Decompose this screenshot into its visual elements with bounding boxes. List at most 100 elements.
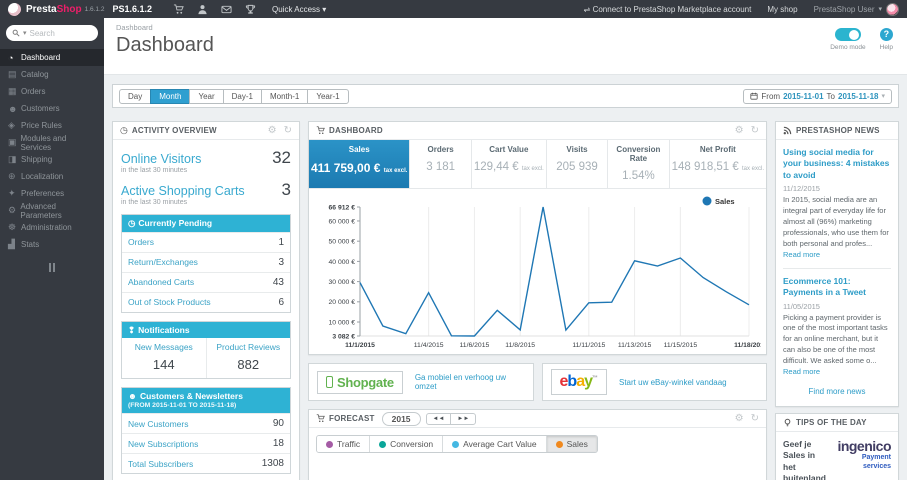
trophy-icon[interactable] xyxy=(238,4,262,15)
forecast-year-pill[interactable]: 2015 xyxy=(381,411,421,426)
stats-icon: ▟ xyxy=(8,239,15,249)
panel-settings-icon[interactable]: ⚙ xyxy=(268,125,277,136)
search-scope-caret-icon[interactable]: ▾ xyxy=(23,29,27,37)
forecast-legend-conversion[interactable]: Conversion xyxy=(369,436,443,452)
pending-row-out-of-stock[interactable]: Out of Stock Products 6 xyxy=(122,291,290,312)
forecast-legend-sales[interactable]: Sales xyxy=(545,436,597,452)
pending-clock-icon: ◷ xyxy=(128,218,136,228)
active-carts-link[interactable]: Active Shopping Carts xyxy=(121,184,245,198)
calendar-icon xyxy=(750,92,758,100)
sidebar-item-preferences[interactable]: ✦ Preferences xyxy=(0,185,104,202)
orders-icon: ▦ xyxy=(8,86,17,96)
svg-text:11/8/2015: 11/8/2015 xyxy=(505,342,535,349)
panel-refresh-icon[interactable]: ↻ xyxy=(751,413,759,424)
sidebar: ▾ ◔Dashboard ▤Catalog ▦Orders ☻Customers… xyxy=(0,18,104,480)
read-more-link[interactable]: Read more xyxy=(783,250,820,259)
kpi-sales[interactable]: Sales 411 759,00 € tax excl. xyxy=(309,140,410,188)
kpi-cart-value[interactable]: Cart Value 129,44 € tax excl. xyxy=(470,140,546,188)
sidebar-item-administration[interactable]: ☸ Administration xyxy=(0,219,104,236)
forecast-legend-average-cart-value[interactable]: Average Cart Value xyxy=(442,436,546,452)
content: Day Month Year Day-1 Month-1 Year-1 From… xyxy=(104,75,907,480)
help-icon[interactable]: ? xyxy=(879,28,893,41)
search-input[interactable] xyxy=(29,28,82,38)
pending-row-returns[interactable]: Return/Exchanges 3 xyxy=(122,251,290,272)
pending-row-abandoned-carts[interactable]: Abandoned Carts 43 xyxy=(122,271,290,292)
cart-icon[interactable] xyxy=(166,3,190,15)
svg-text:11/11/2015: 11/11/2015 xyxy=(572,342,605,349)
sidebar-search[interactable]: ▾ xyxy=(6,25,98,41)
date-range-picker[interactable]: From 2015-11-01 To 2015-11-18 ▾ xyxy=(743,88,892,104)
dashboard-icon: ◔ xyxy=(8,52,14,63)
clock-icon: ◷ xyxy=(120,125,128,135)
shopgate-link[interactable]: Ga mobiel en verhoog uw omzet xyxy=(415,373,525,391)
svg-text:11/18/201: 11/18/201 xyxy=(734,342,761,349)
notifications-icon: ❢ xyxy=(128,324,136,335)
range-year-1-button[interactable]: Year-1 xyxy=(307,88,349,104)
news-article-title[interactable]: Using social media for your business: 4 … xyxy=(783,147,891,181)
sidebar-item-dashboard[interactable]: ◔ Dashboard xyxy=(0,49,104,66)
pending-row-orders[interactable]: Orders 1 xyxy=(122,231,290,252)
page-title: Dashboard xyxy=(116,34,214,56)
new-messages-cell[interactable]: New Messages 144 xyxy=(122,338,206,378)
range-month-button[interactable]: Month xyxy=(150,88,191,104)
range-day-1-button[interactable]: Day-1 xyxy=(222,88,262,104)
sidebar-item-customers[interactable]: ☻ Customers xyxy=(0,100,104,117)
svg-text:11/6/2015: 11/6/2015 xyxy=(460,342,490,349)
panel-refresh-icon[interactable]: ↻ xyxy=(751,125,759,136)
marketplace-connect-icon: ⇌ xyxy=(583,4,593,14)
sidebar-item-modules[interactable]: ▣ Modules and Services xyxy=(0,134,104,152)
marketplace-connect-link[interactable]: ⇌ Connect to PrestaShop Marketplace acco… xyxy=(584,5,752,14)
sidebar-item-orders[interactable]: ▦ Orders xyxy=(0,83,104,100)
new-subscriptions-row[interactable]: New Subscriptions 18 xyxy=(122,433,290,453)
topbar: PrestaShop 1.6.1.2 PS1.6.1.2 Quick Acces… xyxy=(0,0,907,18)
customer-icon[interactable] xyxy=(190,4,214,15)
prestashop-news-panel: PRESTASHOP NEWS Using social media for y… xyxy=(775,121,899,407)
online-visitors-link[interactable]: Online Visitors xyxy=(121,152,201,166)
price-rules-icon: ◈ xyxy=(8,120,15,130)
panel-settings-icon[interactable]: ⚙ xyxy=(735,413,744,424)
svg-text:11/15/2015: 11/15/2015 xyxy=(664,342,698,349)
sidebar-item-stats[interactable]: ▟ Stats xyxy=(0,236,104,253)
kpi-visits[interactable]: Visits 205 939 xyxy=(545,140,607,188)
sidebar-item-advanced-parameters[interactable]: ⚙ Advanced Parameters xyxy=(0,202,104,220)
my-shop-link[interactable]: My shop xyxy=(767,5,797,14)
forecast-legend-traffic[interactable]: Traffic xyxy=(317,436,370,452)
range-year-button[interactable]: Year xyxy=(189,88,224,104)
sidebar-item-shipping[interactable]: ◨ Shipping xyxy=(0,151,104,168)
news-article-excerpt: In 2015, social media are an integral pa… xyxy=(783,195,889,259)
kpi-conversion-rate[interactable]: Conversion Rate 1.54% xyxy=(607,140,668,188)
modules-row: Shopgate Ga mobiel en verhoog uw omzet e… xyxy=(308,363,767,401)
user-menu[interactable]: PrestaShop User ▾ xyxy=(814,2,899,16)
news-article-title[interactable]: Ecommerce 101: Payments in a Tweet xyxy=(783,276,891,299)
sidebar-item-price-rules[interactable]: ◈ Price Rules xyxy=(0,117,104,134)
ebay-link[interactable]: Start uw eBay-winkel vandaag xyxy=(619,378,727,387)
sidebar-item-localization[interactable]: ⊕ Localization xyxy=(0,168,104,185)
new-customers-row[interactable]: New Customers 90 xyxy=(122,413,290,433)
sidebar-item-catalog[interactable]: ▤ Catalog xyxy=(0,66,104,83)
sidebar-collapse-icon[interactable] xyxy=(46,263,58,272)
messages-icon[interactable] xyxy=(214,4,238,15)
kpi-orders[interactable]: Orders 3 181 xyxy=(409,140,470,188)
read-more-link[interactable]: Read more xyxy=(783,367,820,376)
demo-mode-toggle[interactable] xyxy=(834,28,861,41)
forecast-prev-button[interactable]: ◄◄ xyxy=(425,412,452,425)
range-day-button[interactable]: Day xyxy=(119,88,152,104)
forecast-next-button[interactable]: ►► xyxy=(450,412,477,425)
product-reviews-cell[interactable]: Product Reviews 882 xyxy=(205,338,291,379)
shopgate-module: Shopgate Ga mobiel en verhoog uw omzet xyxy=(308,363,534,401)
shipping-icon: ◨ xyxy=(8,154,17,164)
news-article-date: 11/05/2015 xyxy=(783,301,820,311)
range-month-1-button[interactable]: Month-1 xyxy=(260,88,309,104)
panel-settings-icon[interactable]: ⚙ xyxy=(735,125,744,136)
find-more-news-link[interactable]: Find more news xyxy=(783,387,891,396)
quick-access-menu[interactable]: Quick Access ▾ xyxy=(272,5,326,14)
kpi-net-profit[interactable]: Net Profit 148 918,51 € tax excl. xyxy=(668,140,766,188)
svg-text:66 912 €: 66 912 € xyxy=(329,204,356,211)
advanced-parameters-icon: ⚙ xyxy=(8,205,17,215)
sales-chart: 3 082 € 10 000 € 20 000 € 30 000 € 40 000 € 5… xyxy=(329,196,761,349)
panel-refresh-icon[interactable]: ↻ xyxy=(284,125,292,136)
breadcrumb: Dashboard xyxy=(116,23,153,32)
svg-text:11/13/2015: 11/13/2015 xyxy=(618,342,652,349)
brand-wordmark: PrestaShop xyxy=(26,3,82,15)
total-subscribers-row[interactable]: Total Subscribers 1308 xyxy=(122,453,290,473)
